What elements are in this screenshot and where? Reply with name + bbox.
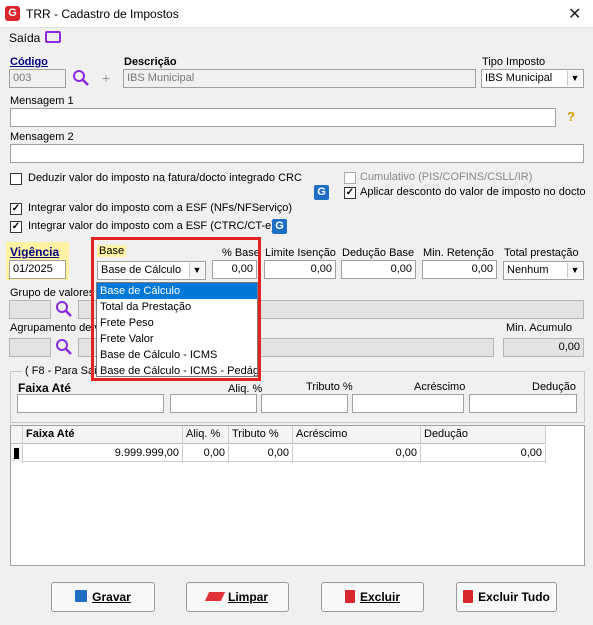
descricao-label: Descrição: [124, 56, 177, 68]
deducao-base-field[interactable]: 0,00: [341, 260, 416, 279]
aliq-field[interactable]: [170, 394, 257, 413]
codigo-field[interactable]: 003: [9, 69, 66, 88]
cell-aliq[interactable]: 0,00: [183, 445, 229, 463]
grupo-valores-code-field[interactable]: [9, 300, 51, 319]
cell-faixa[interactable]: 9.999.999,00: [23, 445, 183, 463]
vigencia-field[interactable]: 01/2025: [9, 260, 66, 279]
total-prestacao-label: Total prestação: [504, 247, 579, 259]
codigo-label: Código: [10, 56, 48, 68]
close-icon[interactable]: ✕: [568, 4, 581, 24]
agrupamento-label: Agrupamento de v: [10, 322, 100, 334]
total-prestacao-value: Nenhum: [507, 264, 549, 276]
save-icon: [75, 590, 88, 602]
excluir-button[interactable]: Excluir: [321, 582, 424, 612]
min-acumulo-field[interactable]: 0,00: [503, 338, 584, 357]
integrar-ctrc-label: Integrar valor do imposto com a ESF (CTR…: [28, 220, 275, 232]
add-icon[interactable]: +: [102, 70, 110, 86]
chevron-down-icon: ▼: [567, 263, 582, 278]
integrar-nfs-label: Integrar valor do imposto com a ESF (NFs…: [28, 202, 293, 214]
grid-header-faixa[interactable]: Faixa Até: [23, 426, 183, 444]
gravar-label: Gravar: [92, 590, 131, 604]
excluir-tudo-button[interactable]: Excluir Tudo: [456, 582, 557, 612]
vigencia-label: Vigência: [10, 245, 60, 259]
aplicar-label: Aplicar desconto do valor de imposto no …: [360, 186, 586, 198]
limpar-button[interactable]: Limpar: [186, 582, 289, 612]
search-icon[interactable]: [55, 338, 73, 356]
app-logo-icon: G: [5, 6, 20, 21]
monitor-icon[interactable]: [45, 31, 61, 43]
tipo-imposto-value: IBS Municipal: [485, 72, 553, 84]
menu-saida[interactable]: Saída: [9, 31, 40, 45]
excluir-tudo-label: Excluir Tudo: [478, 590, 550, 604]
min-acumulo-label: Min. Acumulo: [506, 322, 573, 334]
total-prestacao-select[interactable]: Nenhum ▼: [503, 261, 584, 280]
gravar-button[interactable]: Gravar: [51, 582, 155, 612]
grid-header: Faixa Até Aliq. % Tributo % Acréscimo De…: [11, 426, 546, 444]
mensagem2-label: Mensagem 2: [10, 131, 74, 143]
search-icon[interactable]: [55, 300, 73, 318]
cell-tributo[interactable]: 0,00: [229, 445, 293, 463]
min-retencao-field[interactable]: 0,00: [422, 260, 497, 279]
grid-header-aliq[interactable]: Aliq. %: [183, 426, 229, 444]
row-indicator: [11, 445, 23, 463]
mensagem2-field[interactable]: [10, 144, 584, 163]
aplicar-checkbox[interactable]: ✓: [344, 187, 356, 199]
acrescimo-field[interactable]: [352, 394, 464, 413]
f8-label: ( F8 - Para Sai: [22, 365, 100, 377]
min-retencao-label: Min. Retenção: [423, 247, 494, 259]
deducao-field[interactable]: [469, 394, 577, 413]
grid-header-tributo[interactable]: Tributo %: [229, 426, 293, 444]
integrar-nfs-checkbox[interactable]: ✓: [10, 203, 22, 215]
descricao-field[interactable]: IBS Municipal: [123, 69, 476, 88]
tributo-field[interactable]: [261, 394, 348, 413]
search-icon[interactable]: [72, 69, 90, 87]
grid-header-deducao[interactable]: Dedução: [421, 426, 546, 444]
cumulativo-label: Cumulativo (PIS/COFINS/CSLL/IR): [360, 171, 533, 183]
grupo-valores-label: Grupo de valores: [10, 287, 95, 299]
window-title: TRR - Cadastro de Impostos: [26, 7, 179, 21]
highlight-box: [91, 237, 261, 381]
integrar-ctrc-checkbox[interactable]: ✓: [10, 221, 22, 233]
cumulativo-checkbox[interactable]: [344, 172, 356, 184]
faixa-ate-field[interactable]: [17, 394, 164, 413]
deduzir-checkbox[interactable]: [10, 173, 22, 185]
cell-acrescimo[interactable]: 0,00: [293, 445, 421, 463]
deducao-base-label: Dedução Base: [342, 247, 415, 259]
trash-icon: [463, 590, 474, 603]
mensagem1-field[interactable]: [10, 108, 556, 127]
tributo-label: Tributo %: [306, 381, 353, 393]
tipo-imposto-label: Tipo Imposto: [482, 56, 546, 68]
cell-deducao[interactable]: 0,00: [421, 445, 546, 463]
excluir-label: Excluir: [359, 590, 401, 604]
faixa-grid[interactable]: Faixa Até Aliq. % Tributo % Acréscimo De…: [10, 425, 585, 566]
grid-corner: [11, 426, 23, 444]
limite-isencao-field[interactable]: 0,00: [264, 260, 336, 279]
help-icon[interactable]: ?: [567, 109, 575, 124]
table-row[interactable]: 9.999.999,00 0,00 0,00 0,00 0,00: [11, 445, 546, 463]
deducao-label: Dedução: [532, 381, 577, 393]
trash-icon: [344, 590, 355, 603]
title-bar: G TRR - Cadastro de Impostos ✕: [0, 0, 593, 28]
agrupamento-code-field[interactable]: [9, 338, 51, 357]
integration-g-icon[interactable]: G: [272, 219, 287, 234]
deduzir-label: Deduzir valor do imposto na fatura/docto…: [28, 172, 302, 184]
tipo-imposto-select[interactable]: IBS Municipal ▼: [481, 69, 584, 88]
eraser-icon: [204, 592, 226, 601]
acrescimo-label: Acréscimo: [414, 381, 466, 393]
limpar-label: Limpar: [227, 590, 268, 604]
mensagem1-label: Mensagem 1: [10, 95, 74, 107]
limite-isencao-label: Limite Isenção: [265, 247, 336, 259]
grid-header-acrescimo[interactable]: Acréscimo: [293, 426, 421, 444]
chevron-down-icon: ▼: [567, 71, 582, 86]
faixa-ate-label: Faixa Até: [18, 381, 71, 395]
integration-g-icon[interactable]: G: [314, 185, 329, 200]
